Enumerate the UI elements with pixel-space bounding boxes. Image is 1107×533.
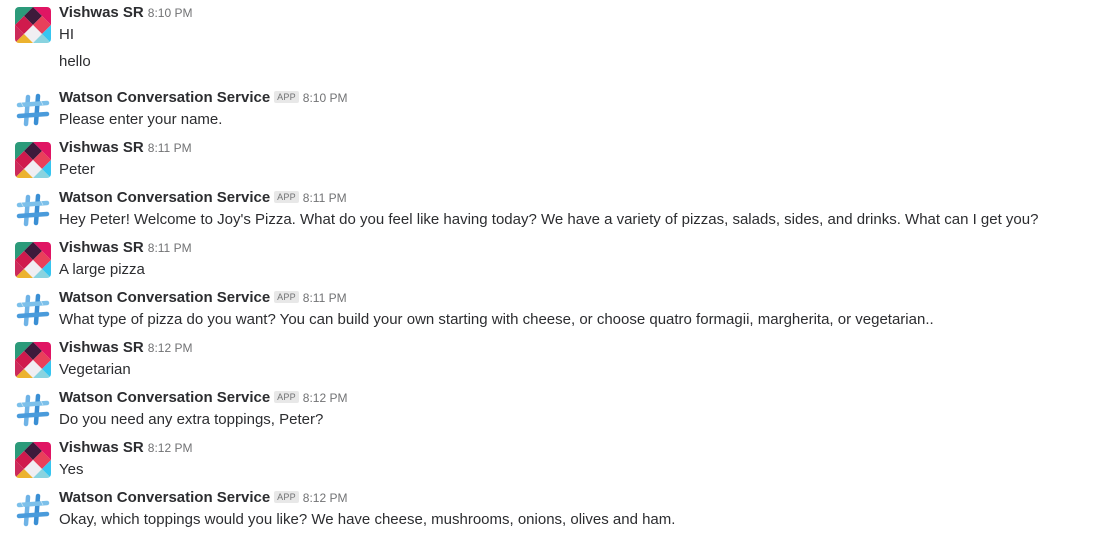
author-name[interactable]: Vishwas SR bbox=[59, 239, 144, 256]
message-text: Okay, which toppings would you like? We … bbox=[59, 511, 676, 528]
message-header: Vishwas SR 8:11 PM bbox=[59, 237, 192, 259]
message-timestamp[interactable]: 8:12 PM bbox=[148, 441, 193, 455]
slack-hash-icon[interactable] bbox=[15, 492, 51, 528]
message-text: What type of pizza do you want? You can … bbox=[59, 311, 934, 328]
message: Watson Conversation Service APP 8:12 PM Oka… bbox=[0, 485, 1107, 533]
message-text: HI bbox=[59, 26, 74, 43]
message: Vishwas SR 8:11 PM Peter bbox=[0, 135, 1107, 183]
message-header: Watson Conversation Service APP 8:11 PM bbox=[59, 287, 347, 309]
author-name[interactable]: Vishwas SR bbox=[59, 139, 144, 156]
slack-hash-icon[interactable] bbox=[15, 192, 51, 228]
app-badge: APP bbox=[274, 91, 299, 103]
message-header: Vishwas SR 8:10 PM bbox=[59, 2, 192, 24]
author-name[interactable]: Vishwas SR bbox=[59, 339, 144, 356]
message-text: hello bbox=[59, 53, 91, 70]
author-name[interactable]: Watson Conversation Service bbox=[59, 389, 270, 406]
slack-hash-icon[interactable] bbox=[15, 392, 51, 428]
app-badge: APP bbox=[274, 391, 299, 403]
message-timestamp[interactable]: 8:12 PM bbox=[303, 391, 348, 405]
message-timestamp[interactable]: 8:11 PM bbox=[148, 141, 192, 155]
message-text: A large pizza bbox=[59, 261, 145, 278]
user-avatar-icon[interactable] bbox=[15, 442, 51, 478]
message-text: Hey Peter! Welcome to Joy's Pizza. What … bbox=[59, 211, 1039, 228]
message-timestamp[interactable]: 8:10 PM bbox=[148, 6, 193, 20]
message-timestamp[interactable]: 8:10 PM bbox=[303, 91, 348, 105]
message-text: Peter bbox=[59, 161, 95, 178]
message-header: Watson Conversation Service APP 8:11 PM bbox=[59, 187, 347, 209]
author-name[interactable]: Watson Conversation Service bbox=[59, 489, 270, 506]
message: Vishwas SR 8:12 PM Yes bbox=[0, 435, 1107, 483]
app-badge: APP bbox=[274, 291, 299, 303]
user-avatar-icon[interactable] bbox=[15, 242, 51, 278]
message-timestamp[interactable]: 8:11 PM bbox=[148, 241, 192, 255]
app-badge: APP bbox=[274, 191, 299, 203]
message-timestamp[interactable]: 8:12 PM bbox=[148, 341, 193, 355]
author-name[interactable]: Watson Conversation Service bbox=[59, 189, 270, 206]
message-text: Please enter your name. bbox=[59, 111, 223, 128]
message-header: Vishwas SR 8:12 PM bbox=[59, 437, 192, 459]
message-timestamp[interactable]: 8:12 PM bbox=[303, 491, 348, 505]
app-badge: APP bbox=[274, 491, 299, 503]
author-name[interactable]: Vishwas SR bbox=[59, 439, 144, 456]
user-avatar-icon[interactable] bbox=[15, 342, 51, 378]
user-avatar-icon[interactable] bbox=[15, 142, 51, 178]
message: Watson Conversation Service APP 8:11 PM Wha… bbox=[0, 285, 1107, 333]
message-header: Vishwas SR 8:12 PM bbox=[59, 337, 192, 359]
message: Watson Conversation Service APP 8:11 PM Hey… bbox=[0, 185, 1107, 233]
message-feed: Vishwas SR 8:10 PM HI hello Watson Conversa… bbox=[0, 0, 1107, 531]
message-text: Vegetarian bbox=[59, 361, 131, 378]
user-avatar-icon[interactable] bbox=[15, 7, 51, 43]
message-header: Vishwas SR 8:11 PM bbox=[59, 137, 192, 159]
message: Watson Conversation Service APP 8:12 PM Do … bbox=[0, 385, 1107, 433]
message: Vishwas SR 8:11 PM A large pizza bbox=[0, 235, 1107, 283]
author-name[interactable]: Watson Conversation Service bbox=[59, 89, 270, 106]
message-text: Do you need any extra toppings, Peter? bbox=[59, 411, 324, 428]
message: Vishwas SR 8:10 PM HI hello bbox=[0, 0, 1107, 70]
slack-hash-icon[interactable] bbox=[15, 92, 51, 128]
message: Vishwas SR 8:12 PM Vegetarian bbox=[0, 335, 1107, 383]
author-name[interactable]: Vishwas SR bbox=[59, 4, 144, 21]
message-header: Watson Conversation Service APP 8:10 PM bbox=[59, 87, 347, 109]
message-header: Watson Conversation Service APP 8:12 PM bbox=[59, 387, 347, 409]
slack-hash-icon[interactable] bbox=[15, 292, 51, 328]
message: Watson Conversation Service APP 8:10 PM Ple… bbox=[0, 85, 1107, 133]
message-text: Yes bbox=[59, 461, 84, 478]
message-timestamp[interactable]: 8:11 PM bbox=[303, 291, 347, 305]
author-name[interactable]: Watson Conversation Service bbox=[59, 289, 270, 306]
message-header: Watson Conversation Service APP 8:12 PM bbox=[59, 487, 347, 509]
message-timestamp[interactable]: 8:11 PM bbox=[303, 191, 347, 205]
